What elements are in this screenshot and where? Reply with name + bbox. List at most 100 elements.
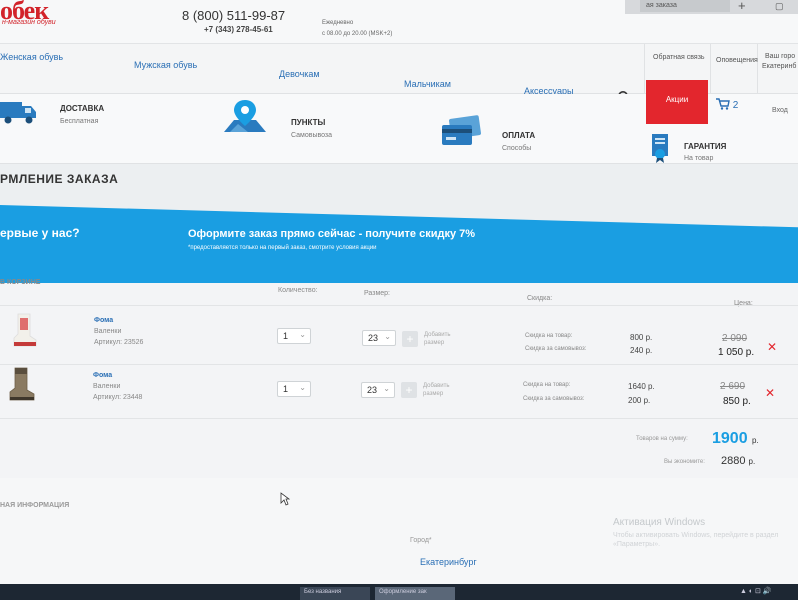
chevron-down-icon: ⌄ <box>299 383 306 392</box>
size-select[interactable]: 23 ⌄ <box>361 382 395 398</box>
quantity-value: 1 <box>283 384 289 394</box>
quantity-select[interactable]: 1 ⌄ <box>277 381 311 397</box>
system-tray[interactable]: ▲ ◐ ⊡ 🔊 <box>740 587 772 595</box>
browser-tab[interactable]: ая заказа <box>640 0 730 12</box>
new-price: 1 050 р. <box>718 347 755 358</box>
discount-pickup-label: Скидка за самовывоз: <box>525 346 587 352</box>
nav-divider <box>644 44 645 94</box>
alerts-link[interactable]: Оповещения <box>716 57 758 64</box>
feedback-link[interactable]: Обратная связь <box>653 54 705 61</box>
nav-item-girls[interactable]: Девочкам <box>279 69 320 79</box>
add-size-button[interactable]: + <box>402 331 418 347</box>
add-size-button[interactable]: + <box>401 382 417 398</box>
total-currency: р. <box>752 436 759 445</box>
product-image[interactable] <box>8 312 38 350</box>
cart-icon <box>716 98 730 110</box>
saving-label: Вы экономите: <box>664 459 705 465</box>
size-value: 23 <box>367 385 378 395</box>
column-header-discount: Скидка: <box>527 295 553 302</box>
taskbar-item-active[interactable]: Оформление зак <box>375 587 455 600</box>
chevron-down-icon: ⌄ <box>299 330 306 339</box>
column-header-size: Размер: <box>364 290 391 297</box>
discount-pickup-value: 200 р. <box>628 396 651 405</box>
new-price: 850 р. <box>723 396 751 407</box>
city-field-label: Город* <box>410 537 432 544</box>
banner-headline: Оформите заказ прямо сейчас - получите с… <box>188 228 476 240</box>
cart-table <box>0 283 798 478</box>
window-restore-icon[interactable]: ▢ <box>775 1 784 12</box>
quantity-value: 1 <box>283 331 289 341</box>
feature-subtitle-pickup: Самовывоза <box>291 132 333 139</box>
old-price: 2 090 <box>722 333 748 344</box>
city-selector-line1[interactable]: Ваш горо <box>765 53 795 60</box>
certificate-icon <box>652 134 668 163</box>
contact-section-title: НАЯ ИНФОРМАЦИЯ <box>0 502 70 509</box>
row-divider <box>0 305 798 306</box>
discount-goods-label: Скидка на товар: <box>525 333 573 339</box>
discount-goods-value: 1640 р. <box>628 382 655 391</box>
nav-item-boys[interactable]: Мальчикам <box>404 79 451 89</box>
nav-item-men[interactable]: Мужская обувь <box>134 60 197 70</box>
column-header-quantity: Количество: <box>278 287 318 294</box>
phone-main[interactable]: 8 (800) 511-99-87 <box>182 8 285 23</box>
city-field[interactable]: Екатеринбург <box>420 557 477 567</box>
map-pin-icon <box>224 100 266 132</box>
windows-activation-text: Чтобы активировать Windows, перейдите в … <box>613 532 779 548</box>
total-value: 1900 р. <box>712 430 759 448</box>
row-divider <box>0 418 798 419</box>
cart-count: 2 <box>732 100 739 111</box>
banner-first-time: ервые у нас? <box>0 226 80 240</box>
credit-card-icon <box>442 115 481 145</box>
discount-pickup-label: Скидка за самовывоз: <box>523 396 585 402</box>
product-article: Артикул: 23526 <box>94 339 144 346</box>
banner-note[interactable]: *предоставляется только на первый заказ,… <box>188 245 377 251</box>
product-type: Валенки <box>94 328 122 335</box>
feature-subtitle-payment: Способы <box>502 145 532 152</box>
feature-subtitle-warranty: На товар <box>684 155 714 162</box>
add-size-label[interactable]: Добавить размер <box>423 382 463 398</box>
product-image[interactable] <box>6 366 36 404</box>
nav-item-women[interactable]: Женская обувь <box>0 52 63 62</box>
old-price: 2 690 <box>720 381 746 392</box>
add-size-label[interactable]: Добавить размер <box>424 331 464 347</box>
quantity-select[interactable]: 1 ⌄ <box>277 328 311 344</box>
windows-activation-title: Активация Windows <box>613 517 706 528</box>
chevron-down-icon: ⌄ <box>384 332 391 341</box>
product-brand[interactable]: Фома <box>94 317 113 324</box>
size-value: 23 <box>368 333 379 343</box>
product-type: Валенки <box>93 383 121 390</box>
page-title: РМЛЕНИЕ ЗАКАЗА <box>0 172 119 186</box>
login-link[interactable]: Вход <box>772 107 788 114</box>
feature-subtitle-delivery: Бесплатная <box>60 118 99 125</box>
feature-title-payment: ОПЛАТА <box>502 131 536 140</box>
city-selector-line2[interactable]: Екатеринб <box>762 63 796 70</box>
hours-label: Ежедневно <box>322 20 354 26</box>
discount-goods-label: Скидка на товар: <box>523 382 571 388</box>
discount-pickup-value: 240 р. <box>630 346 653 355</box>
hours-value: с 08.00 до 20.00 (MSK+2) <box>322 31 393 37</box>
size-select[interactable]: 23 ⌄ <box>362 330 396 346</box>
chevron-down-icon: ⌄ <box>383 384 390 393</box>
remove-item-button[interactable]: ✕ <box>765 386 775 400</box>
cart-section-title: В КОРЗИНЕ <box>0 279 41 286</box>
promo-button[interactable]: Акции <box>646 80 708 124</box>
remove-item-button[interactable]: ✕ <box>767 340 777 354</box>
feature-title-warranty: ГАРАНТИЯ <box>684 142 727 151</box>
discount-goods-value: 800 р. <box>630 333 653 342</box>
saving-value: 2880 р. <box>721 455 755 467</box>
truck-icon <box>0 102 36 124</box>
total-amount: 1900 <box>712 430 748 447</box>
nav-divider <box>710 44 711 94</box>
nav-divider <box>757 44 758 94</box>
feature-title-pickup: ПУНКТЫ <box>291 118 326 127</box>
row-divider <box>0 364 798 365</box>
mouse-cursor-icon <box>280 492 290 506</box>
feature-title-delivery: ДОСТАВКА <box>60 104 105 113</box>
new-tab-button[interactable]: + <box>738 0 746 13</box>
taskbar-item[interactable]: Без названия <box>300 587 370 600</box>
phone-local[interactable]: +7 (343) 278-45-61 <box>204 25 273 34</box>
product-article: Артикул: 23448 <box>93 394 143 401</box>
saving-amount: 2880 <box>721 455 746 467</box>
product-brand[interactable]: Фома <box>93 372 112 379</box>
cart-button[interactable]: 2 <box>716 98 738 111</box>
